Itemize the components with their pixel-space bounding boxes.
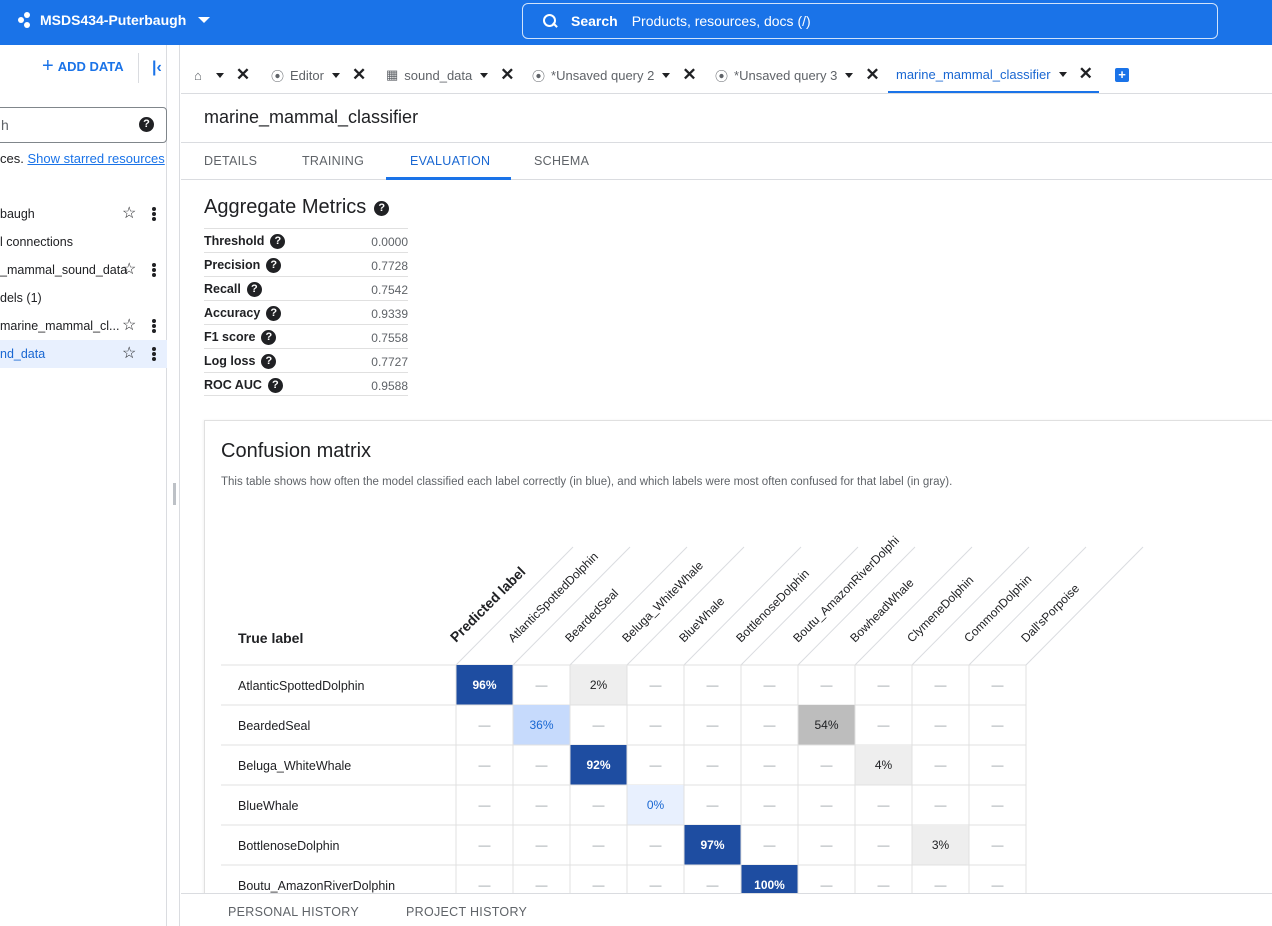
matrix-cell: — (536, 878, 548, 892)
matrix-cell: — (707, 718, 719, 732)
matrix-cell: 2% (590, 678, 608, 692)
matrix-cell: — (764, 718, 776, 732)
matrix-cell: — (821, 798, 833, 812)
row-label: AtlanticSpottedDolphin (238, 679, 365, 693)
matrix-cell: 54% (814, 718, 838, 732)
matrix-cell: — (707, 758, 719, 772)
matrix-cell: — (707, 678, 719, 692)
matrix-cell: — (878, 798, 890, 812)
header-divider (968, 546, 1087, 666)
header-divider (911, 546, 1030, 666)
history-bar: PERSONAL HISTORY PROJECT HISTORY (181, 893, 1272, 926)
matrix-cell: — (593, 798, 605, 812)
matrix-cell: — (479, 878, 491, 892)
confusion-matrix: True label Predicted labelAtlanticSpotted… (221, 533, 1144, 893)
matrix-cell: — (992, 798, 1004, 812)
matrix-cell: — (821, 838, 833, 852)
matrix-cell: — (479, 718, 491, 732)
matrix-cell: — (593, 718, 605, 732)
matrix-cell: — (650, 678, 662, 692)
matrix-cell: — (878, 838, 890, 852)
matrix-cell: — (536, 758, 548, 772)
matrix-cell: — (935, 878, 947, 892)
header-divider (797, 546, 916, 666)
matrix-cell: 0% (647, 798, 665, 812)
matrix-cell: — (479, 838, 491, 852)
matrix-cell: 97% (700, 838, 724, 852)
matrix-cell: 100% (754, 878, 785, 892)
matrix-cell: — (878, 678, 890, 692)
matrix-cell: — (650, 758, 662, 772)
matrix-cell: — (935, 798, 947, 812)
matrix-cell: — (992, 718, 1004, 732)
matrix-cell: — (650, 878, 662, 892)
matrix-cell: — (479, 798, 491, 812)
row-label: Boutu_AmazonRiverDolphin (238, 879, 395, 893)
matrix-cell: — (764, 678, 776, 692)
column-label: AtlanticSpottedDolphin (505, 549, 601, 645)
matrix-cell: 4% (875, 758, 893, 772)
column-label: BeardedSeal (562, 586, 621, 645)
matrix-cell: — (593, 878, 605, 892)
matrix-cell: 96% (472, 678, 496, 692)
matrix-cell: 36% (529, 718, 553, 732)
header-divider (740, 546, 859, 666)
matrix-cell: — (935, 718, 947, 732)
matrix-cell: — (821, 878, 833, 892)
matrix-cell: — (764, 758, 776, 772)
tab-personal-history[interactable]: PERSONAL HISTORY (228, 905, 359, 919)
matrix-cell: — (992, 678, 1004, 692)
header-divider (512, 546, 631, 666)
matrix-cell: — (536, 798, 548, 812)
matrix-cell: — (536, 678, 548, 692)
matrix-cell: — (992, 758, 1004, 772)
column-label: Boutu_AmazonRiverDolphi (790, 533, 902, 645)
row-label: BlueWhale (238, 799, 298, 813)
matrix-cell: — (821, 758, 833, 772)
row-label: BeardedSeal (238, 719, 310, 733)
column-label: Dall'sPorpoise (1018, 581, 1082, 645)
true-label-header: True label (238, 630, 303, 646)
row-label: BottlenoseDolphin (238, 839, 340, 853)
matrix-cell: — (479, 758, 491, 772)
matrix-cell: — (992, 838, 1004, 852)
matrix-cell: — (878, 878, 890, 892)
column-label: BlueWhale (676, 594, 727, 645)
matrix-cell: — (764, 798, 776, 812)
matrix-cell: — (650, 838, 662, 852)
row-label: Beluga_WhiteWhale (238, 759, 351, 773)
matrix-cell: — (935, 758, 947, 772)
matrix-cell: — (536, 838, 548, 852)
matrix-cell: — (935, 678, 947, 692)
matrix-cell: — (821, 678, 833, 692)
matrix-cell: — (707, 798, 719, 812)
matrix-cell: — (764, 838, 776, 852)
matrix-cell: — (878, 718, 890, 732)
matrix-cell: — (992, 878, 1004, 892)
matrix-cell: 3% (932, 838, 950, 852)
matrix-cell: — (707, 878, 719, 892)
header-divider (1025, 546, 1144, 666)
matrix-cell: 92% (586, 758, 610, 772)
matrix-cell: — (650, 718, 662, 732)
matrix-cell: — (593, 838, 605, 852)
header-divider (626, 546, 745, 666)
tab-project-history[interactable]: PROJECT HISTORY (406, 905, 527, 919)
